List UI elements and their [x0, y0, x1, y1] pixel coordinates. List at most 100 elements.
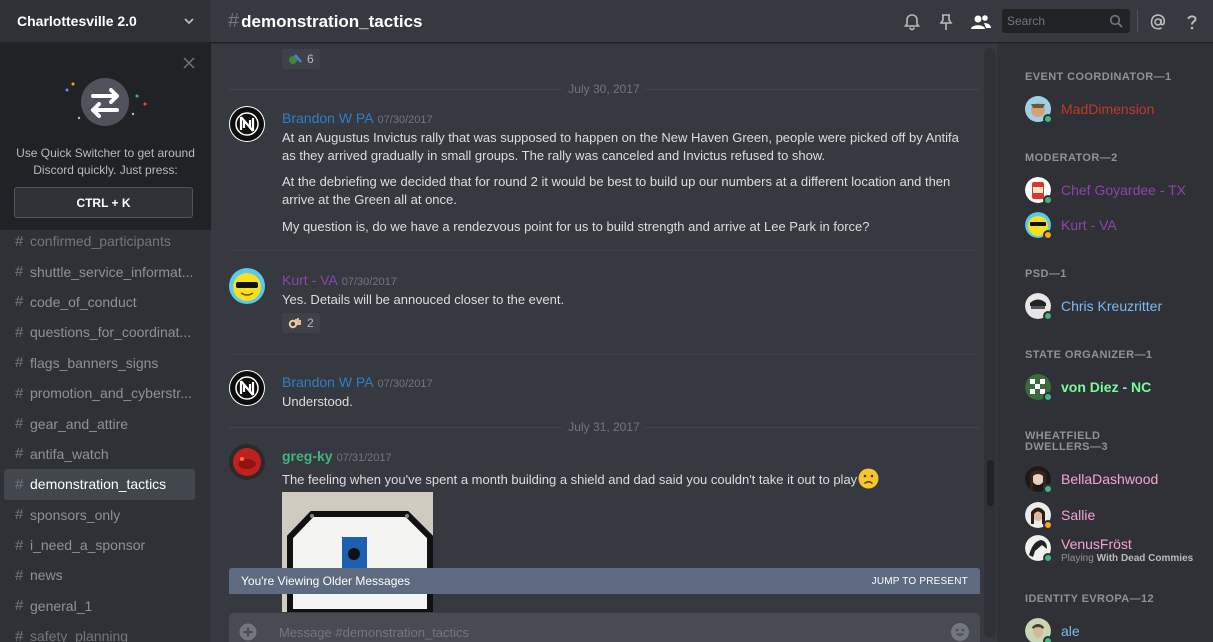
member-list: EVENT COORDINATOR—1 MadDimension MODERAT…	[997, 44, 1213, 642]
channel-item[interactable]: # flags_banners_signs	[4, 348, 195, 378]
server-header[interactable]: Charlottesville 2.0	[0, 0, 211, 43]
message-text: My question is, do we have a rendezvous …	[282, 219, 870, 234]
message-header: greg-ky 07/31/2017	[282, 448, 392, 464]
member-item[interactable]: von Diez - NC	[1025, 374, 1205, 406]
member-name: Chris Kreuzritter	[1061, 298, 1163, 314]
activity-name: With Dead Commies	[1096, 553, 1194, 564]
member-group-label: STATE ORGANIZER—1	[1025, 349, 1153, 361]
reaction-count: 2	[307, 316, 314, 330]
hash-icon: #	[15, 323, 24, 341]
channel-list: # confirmed_participants # shuttle_service_…	[0, 226, 211, 642]
member-item[interactable]: BellaDashwood	[1025, 466, 1205, 498]
hash-icon: #	[15, 263, 24, 281]
hash-icon: #	[15, 627, 24, 642]
message-author[interactable]: Brandon W PA	[282, 110, 374, 126]
scrollbar-thumb[interactable]	[987, 460, 994, 506]
member-name: von Diez - NC	[1061, 379, 1152, 395]
smiley-sunglasses-avatar-icon	[233, 273, 261, 301]
pin-icon[interactable]	[937, 13, 955, 31]
message-header: Kurt - VA 07/30/2017	[282, 272, 397, 288]
reaction-count: 6	[307, 52, 314, 66]
chat-area: 6 July 30, 2017 Brandon W PA 07/30/2017 A…	[211, 44, 997, 642]
channel-item[interactable]: # general_1	[4, 591, 195, 621]
channel-item[interactable]: # safety_planning	[4, 621, 195, 642]
search-input[interactable]: Search	[1002, 9, 1130, 33]
hash-icon: #	[15, 354, 24, 372]
member-item[interactable]: ale	[1025, 618, 1205, 642]
scrollbar-track[interactable]	[984, 48, 996, 638]
hash-icon: #	[15, 566, 24, 584]
channel-item[interactable]: # i_need_a_sponsor	[4, 530, 195, 560]
quick-switcher-text: Use Quick Switcher to get around Discord…	[16, 146, 195, 177]
date-divider: July 30, 2017	[229, 82, 979, 96]
message-text: Yes. Details will be annouced closer to …	[282, 292, 565, 307]
close-icon[interactable]	[183, 57, 195, 69]
channel-item[interactable]: # demonstration_tactics	[4, 469, 195, 500]
emoji-picker-icon[interactable]	[950, 622, 970, 642]
channel-item[interactable]: # sponsors_only	[4, 500, 195, 530]
avatar[interactable]	[229, 268, 265, 304]
message-header: Brandon W PA 07/30/2017	[282, 374, 433, 390]
channel-item[interactable]: # news	[4, 560, 195, 590]
message-text: At an Augustus Invictus rally that was s…	[282, 130, 959, 163]
image-attachment[interactable]	[282, 492, 433, 612]
message-author[interactable]: Brandon W PA	[282, 374, 374, 390]
channel-item[interactable]: # code_of_conduct	[4, 287, 195, 317]
hash-icon: #	[15, 445, 24, 463]
shortcut-key: CTRL + K	[14, 187, 193, 218]
reaction[interactable]: 2	[282, 313, 320, 333]
member-item[interactable]: MadDimension	[1025, 96, 1205, 128]
message-divider	[229, 354, 979, 355]
avatar[interactable]	[229, 106, 265, 142]
message-divider	[229, 250, 979, 251]
member-item[interactable]: Chef Goyardee - TX	[1025, 177, 1205, 209]
channel-label: antifa_watch	[30, 445, 109, 462]
member-item[interactable]: VenusFröst Playing With Dead Commies	[1025, 535, 1205, 567]
avatar[interactable]	[229, 444, 265, 480]
red-face-avatar-icon	[233, 448, 261, 476]
channel-hash-icon: #	[228, 9, 240, 32]
message-text: The feeling when you've spent a month bu…	[282, 468, 972, 489]
message-author[interactable]: greg-ky	[282, 448, 333, 464]
status-idle-icon	[1043, 230, 1053, 240]
hash-icon: #	[15, 597, 24, 615]
members-icon[interactable]	[970, 13, 992, 31]
channel-item[interactable]: # gear_and_attire	[4, 408, 195, 438]
status-online-icon	[1043, 484, 1053, 494]
member-item[interactable]: Sallie	[1025, 502, 1205, 534]
older-messages-text: You're Viewing Older Messages	[241, 574, 411, 588]
bell-icon[interactable]	[903, 13, 921, 31]
search-icon	[1109, 14, 1123, 28]
channel-label: news	[30, 567, 63, 584]
channel-item[interactable]: # antifa_watch	[4, 439, 195, 469]
avatar[interactable]	[229, 370, 265, 406]
member-name: VenusFröst	[1061, 536, 1132, 552]
mention-icon[interactable]	[1149, 13, 1167, 31]
quick-switcher-tip: Use Quick Switcher to get around Discord…	[0, 44, 211, 230]
server-name: Charlottesville 2.0	[17, 13, 137, 29]
channel-label: confirmed_participants	[30, 233, 171, 250]
jump-to-present-button[interactable]: JUMP TO PRESENT	[872, 576, 968, 587]
member-item[interactable]: Kurt - VA	[1025, 212, 1205, 244]
channel-item[interactable]: # promotion_and_cyberstr...	[4, 378, 195, 408]
message-author[interactable]: Kurt - VA	[282, 272, 338, 288]
channel-label: demonstration_tactics	[30, 476, 167, 493]
status-idle-icon	[1043, 520, 1053, 530]
channel-item[interactable]: # questions_for_coordinat...	[4, 317, 195, 347]
member-item[interactable]: Chris Kreuzritter	[1025, 293, 1205, 325]
older-messages-bar[interactable]: You're Viewing Older Messages JUMP TO PR…	[229, 568, 980, 594]
help-icon[interactable]	[1183, 13, 1201, 31]
hash-icon: #	[15, 293, 24, 311]
message-text: Understood.	[282, 394, 353, 409]
reaction[interactable]: 6	[282, 49, 320, 69]
channel-item[interactable]: # shuttle_service_informat...	[4, 256, 195, 286]
hash-icon: #	[15, 506, 24, 524]
member-name: Sallie	[1061, 507, 1096, 523]
message-composer[interactable]: Message #demonstration_tactics	[229, 613, 980, 642]
status-online-icon	[1043, 392, 1053, 402]
channel-label: shuttle_service_informat...	[30, 263, 194, 280]
channel-item[interactable]: # confirmed_participants	[4, 226, 195, 256]
hash-icon: #	[15, 232, 24, 250]
quick-switcher-icon	[65, 78, 147, 126]
upload-plus-icon[interactable]	[239, 623, 257, 641]
